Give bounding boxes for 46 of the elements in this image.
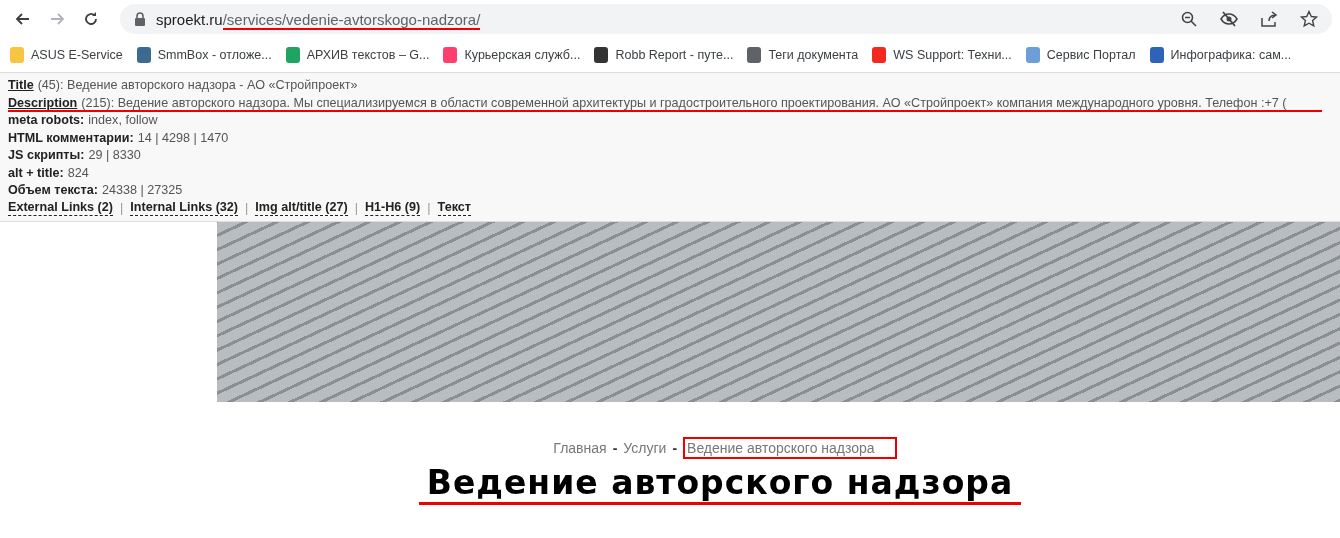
seo-link[interactable]: Title — [8, 77, 34, 95]
report-link[interactable]: Img alt/title (27) — [255, 199, 348, 216]
seo-value: index, follow — [88, 112, 158, 129]
bookmark-item[interactable]: Сервис Портал — [1025, 47, 1136, 63]
breadcrumb-current: Ведение авторского надзора — [683, 437, 897, 459]
lock-icon — [134, 12, 146, 26]
seo-value: (45): Ведение авторского надзора - АО «Стройпроект» — [37, 77, 358, 94]
url-text: sproekt.ru/services/vedenie-avtorskogo-nadzora/ — [156, 10, 481, 28]
bookmark-item[interactable]: Теги документа — [747, 47, 859, 63]
separator: | — [427, 199, 431, 217]
bookmark-item[interactable]: SmmBox - отложе... — [136, 47, 272, 63]
breadcrumb-separator: - — [612, 440, 618, 456]
bookmark-item[interactable]: ASUS E-Service — [10, 47, 123, 63]
address-bar[interactable]: sproekt.ru/services/vedenie-avtorskogo-nadzora/ — [120, 4, 1332, 34]
bookmark-item[interactable]: Инфографика: сам... — [1149, 47, 1292, 63]
breadcrumb-link[interactable]: Главная — [553, 440, 607, 456]
seo-value: 14 | 4298 | 1470 — [137, 129, 229, 147]
seo-value: 824 — [67, 164, 89, 182]
report-link[interactable]: External Links (2) — [8, 199, 113, 216]
breadcrumb-link[interactable]: Услуги — [623, 440, 667, 456]
seo-label: meta robots: — [8, 112, 85, 129]
seo-value: 29 | 8330 — [88, 147, 141, 164]
reload-icon — [82, 10, 100, 28]
seo-label: Объем текста: — [8, 182, 98, 199]
bookmark-item[interactable]: WS Support: Техни... — [872, 47, 1012, 63]
seo-label: JS скрипты: — [8, 147, 85, 164]
seo-link[interactable]: Description — [8, 94, 78, 110]
separator: | — [120, 199, 124, 217]
seo-label: alt + title: — [8, 164, 64, 182]
separator: | — [354, 199, 358, 217]
separator: | — [245, 199, 249, 217]
page-heading: Ведение авторского надзора — [418, 463, 1022, 505]
share-icon[interactable] — [1260, 10, 1278, 28]
seo-value: 24338 | 27325 — [101, 182, 183, 199]
eye-slash-icon[interactable] — [1220, 10, 1238, 28]
seo-value: (215): Ведение авторского надзора. Мы специализируемся в области современной архитектуры и градостроительного проектирования. АО «Стройпроект» компания международного уровня. Телефон :+7 ( — [81, 94, 1287, 110]
report-link[interactable]: Internal Links (32) — [130, 199, 239, 216]
bookmark-star-icon[interactable] — [1300, 10, 1318, 28]
bookmark-item[interactable]: Курьерская служб... — [443, 47, 581, 63]
report-link[interactable]: H1-H6 (9) — [365, 199, 421, 216]
zoom-out-icon[interactable] — [1180, 10, 1198, 28]
bookmark-item[interactable]: АРХИВ текстов – G... — [285, 47, 430, 63]
bookmark-item[interactable]: Robb Report - путе... — [594, 47, 734, 63]
report-link[interactable]: Текст — [437, 199, 471, 216]
seo-label: HTML комментарии: — [8, 129, 134, 147]
breadcrumb-separator: - — [672, 440, 678, 456]
